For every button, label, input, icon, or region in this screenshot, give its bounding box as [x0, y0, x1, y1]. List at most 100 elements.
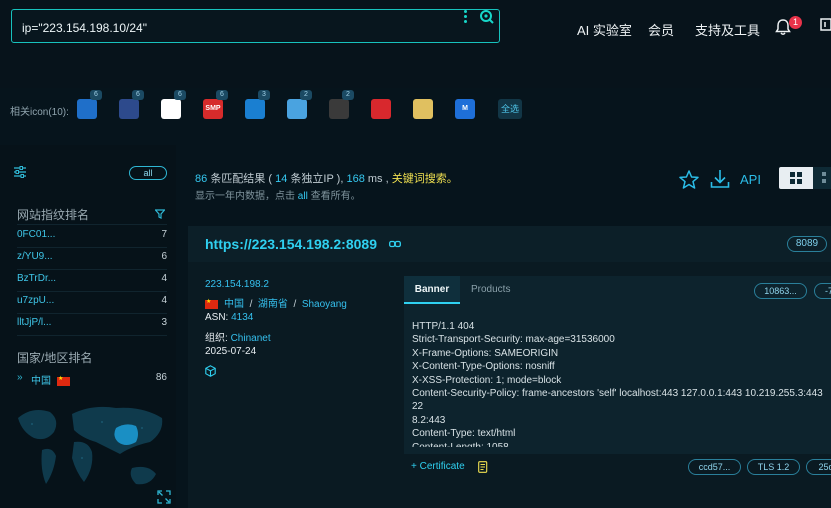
summary-text: 条独立IP ), — [290, 173, 344, 185]
list-view-button[interactable] — [813, 167, 831, 189]
fingerprint-item[interactable]: u7zpU... 4 — [17, 295, 167, 311]
fingerprint-ranking-heading: 网站指纹排名 — [17, 208, 90, 222]
fingerprint-item[interactable]: z/YU9... 6 — [17, 251, 167, 267]
cert-chip[interactable]: 25d — [806, 459, 831, 475]
asn-row: ASN: 4134 — [205, 312, 253, 323]
scan-date: 2025-07-24 — [205, 346, 257, 357]
divider — [17, 247, 167, 248]
world-map[interactable] — [12, 398, 172, 500]
result-url-link[interactable]: https://223.154.198.2:8089 — [205, 236, 377, 252]
show-all-link[interactable]: all — [298, 191, 308, 202]
hash-chip[interactable]: -7 — [814, 283, 831, 299]
nav-support-tools[interactable]: 支持及工具 — [695, 20, 760, 39]
list-icon — [822, 172, 826, 183]
smp-logo-icon[interactable]: SMP — [203, 99, 223, 119]
certificate-label: Certificate — [419, 461, 465, 472]
icon-count-badge: 6 — [174, 90, 186, 100]
separator: / — [249, 299, 253, 310]
document-icon[interactable] — [478, 461, 489, 476]
fingerprint-item[interactable]: BzTrDr... 4 — [17, 273, 167, 289]
asn-link[interactable]: 4134 — [231, 312, 253, 323]
summary-text: 显示一年内数据，点击 — [195, 191, 295, 202]
m-logo-icon[interactable]: M — [455, 99, 475, 119]
country-name: 中国 — [31, 376, 51, 387]
country-count: 86 — [155, 372, 167, 383]
keyword-search-link[interactable]: 关键词搜索。 — [392, 173, 458, 185]
icon-count-badge: 2 — [300, 90, 312, 100]
org-label: 组织: — [205, 333, 228, 344]
icon-count-badge: 6 — [132, 90, 144, 100]
fingerprint-item[interactable]: lltJjP/l... 3 — [17, 317, 167, 333]
link-icon[interactable] — [389, 238, 401, 252]
asn-label: ASN: — [205, 312, 229, 323]
divider — [17, 291, 167, 292]
plus-icon: + — [411, 461, 417, 472]
search-icon[interactable] — [479, 9, 495, 28]
divider — [17, 224, 167, 225]
icon-count-badge: 6 — [90, 90, 102, 100]
hash-chip[interactable]: 10863... — [754, 283, 807, 299]
nav-ai-lab[interactable]: AI 实验室 — [577, 20, 632, 39]
certificate-toggle[interactable]: + Certificate — [411, 461, 465, 472]
separator: / — [293, 299, 297, 310]
ip-link[interactable]: 223.154.198.2 — [205, 279, 269, 290]
nav-membership[interactable]: 会员 — [648, 20, 674, 39]
icon-count-badge: 2 — [342, 90, 354, 100]
expand-icon[interactable] — [157, 490, 171, 507]
china-flag-icon — [205, 298, 218, 309]
photo-logo-icon[interactable] — [413, 99, 433, 119]
summary-text: 查看所有。 — [310, 191, 361, 202]
chevron-right-icon: » — [17, 372, 23, 383]
download-icon[interactable] — [710, 169, 730, 192]
country-link[interactable]: 中国 — [224, 299, 244, 310]
tls-version-chip[interactable]: TLS 1.2 — [747, 459, 800, 475]
results-subsummary: 显示一年内数据，点击 all 查看所有。 — [195, 187, 361, 202]
brand-logo-blue-icon[interactable] — [77, 99, 97, 119]
select-all-button[interactable]: 全选 — [498, 99, 522, 119]
result-count: 86 — [195, 173, 208, 185]
province-link[interactable]: 湖南省 — [258, 299, 288, 310]
fingerprint-label: 0FC01... — [17, 229, 56, 240]
org-row: 组织: Chinanet — [205, 329, 271, 344]
fingerprint-label: lltJjP/l... — [17, 317, 52, 328]
unique-ip-count: 14 — [275, 173, 288, 185]
tab-banner[interactable]: Banner — [404, 276, 460, 304]
filter-settings-icon[interactable] — [14, 166, 26, 181]
country-item[interactable]: » 中国 86 — [17, 372, 167, 388]
grid-view-button[interactable] — [779, 167, 813, 189]
summary-text: 条匹配结果 ( — [210, 173, 273, 185]
star-icon[interactable] — [679, 170, 699, 192]
shield-emblem-icon[interactable] — [119, 99, 139, 119]
banner-content: HTTP/1.1 404 Strict-Transport-Security: … — [412, 321, 823, 447]
circle-logo-icon[interactable] — [245, 99, 265, 119]
text-logo-dark-icon[interactable] — [329, 99, 349, 119]
fingerprint-label: u7zpU... — [17, 295, 55, 306]
api-link[interactable]: API — [740, 172, 761, 187]
icon-count-badge: 3 — [258, 90, 270, 100]
search-input[interactable] — [20, 18, 454, 38]
city-link[interactable]: Shaoyang — [302, 299, 347, 310]
location: 中国 / 湖南省 / Shaoyang — [205, 295, 347, 310]
divider — [17, 269, 167, 270]
funnel-icon[interactable] — [154, 208, 166, 222]
org-link[interactable]: Chinanet — [231, 333, 271, 344]
globe-badge-icon[interactable] — [287, 99, 307, 119]
china-flag-icon — [57, 375, 70, 387]
divider — [17, 313, 167, 314]
fingerprint-count: 4 — [161, 295, 167, 306]
notification-badge: 1 — [789, 16, 802, 29]
all-filter-pill[interactable]: all — [129, 166, 167, 180]
message-icon[interactable] — [820, 18, 831, 37]
cube-icon[interactable] — [205, 365, 216, 380]
search-box[interactable] — [11, 9, 500, 43]
port-badge[interactable]: 8089 — [787, 236, 827, 252]
cert-hash-chip[interactable]: ccd57... — [688, 459, 741, 475]
fingerprint-item[interactable]: 0FC01... 7 — [17, 229, 167, 245]
fingerprint-count: 3 — [161, 317, 167, 328]
grid-icon — [790, 172, 802, 184]
cloud-red-logo-icon[interactable] — [371, 99, 391, 119]
more-options-icon[interactable] — [463, 10, 469, 24]
icon-count-badge: 6 — [216, 90, 228, 100]
document-page-icon[interactable] — [161, 99, 181, 119]
tab-products[interactable]: Products — [471, 284, 510, 295]
